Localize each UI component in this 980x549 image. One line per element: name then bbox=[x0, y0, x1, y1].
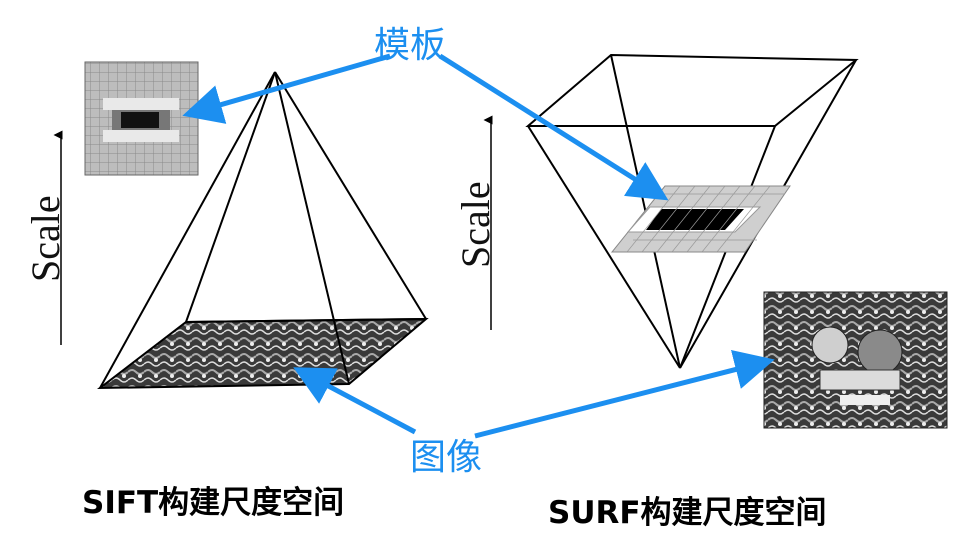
template-label: 模板 bbox=[374, 25, 447, 66]
arrow-image-to-sift bbox=[293, 367, 417, 435]
surf-source-image bbox=[763, 291, 948, 429]
image-label: 图像 bbox=[410, 437, 483, 478]
sift-caption: SIFT构建尺度空间 bbox=[82, 485, 345, 521]
scale-label-right: Scale bbox=[453, 181, 498, 268]
arrow-image-to-surf bbox=[474, 350, 775, 439]
arrow-template-to-sift bbox=[182, 53, 391, 124]
scale-label-left: Scale bbox=[23, 195, 68, 282]
surf-template-filter bbox=[610, 185, 791, 253]
diagram-canvas bbox=[53, 53, 948, 439]
sift-base-image bbox=[96, 317, 429, 390]
sift-template-kernel bbox=[84, 61, 199, 176]
surf-caption: SURF构建尺度空间 bbox=[548, 495, 827, 531]
